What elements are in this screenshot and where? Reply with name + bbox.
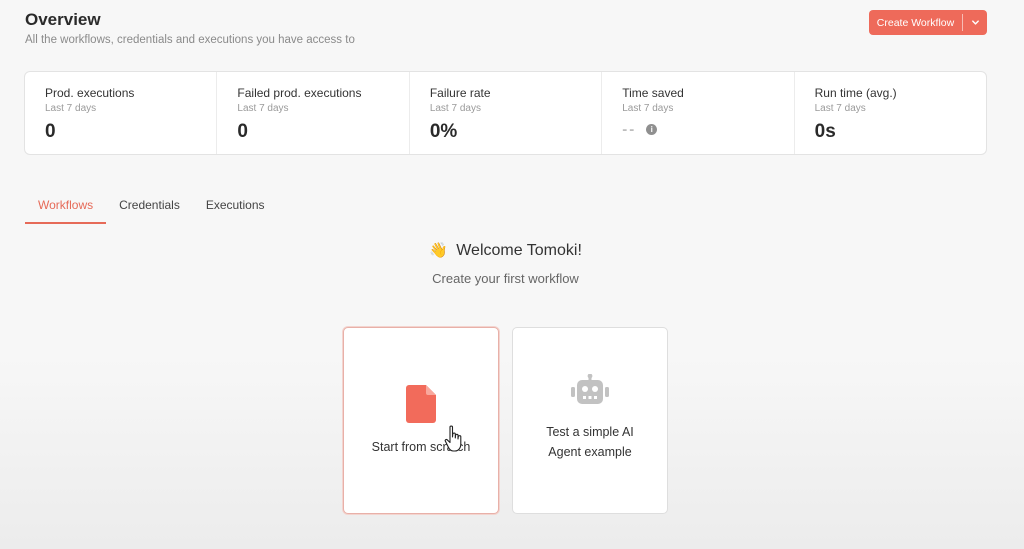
stat-period: Last 7 days <box>237 103 289 114</box>
stat-failure-rate: Failure rate Last 7 days 0% <box>410 72 603 154</box>
stat-label: Run time (avg.) <box>814 86 897 100</box>
info-icon[interactable]: i <box>646 124 658 135</box>
stat-label: Failed prod. executions <box>237 86 362 100</box>
stat-value-row: -- i <box>622 121 773 138</box>
stat-label: Time saved <box>622 86 684 100</box>
stat-label: Prod. executions <box>45 86 135 100</box>
stat-label: Failure rate <box>429 86 491 100</box>
stat-value: -- <box>622 121 637 138</box>
stat-value: 0 <box>45 121 56 142</box>
stat-failed-prod-executions: Failed prod. executions Last 7 days 0 <box>217 72 410 154</box>
tab-credentials[interactable]: Credentials <box>106 198 193 224</box>
robot-icon <box>571 373 609 404</box>
tab-workflows[interactable]: Workflows <box>25 198 107 224</box>
stat-period: Last 7 days <box>45 103 97 114</box>
stat-value: 0s <box>814 121 836 142</box>
page-title: Overview <box>25 10 101 29</box>
create-workflow-button-group: Create Workflow <box>869 10 987 35</box>
stat-period: Last 7 days <box>622 103 674 114</box>
hand-pointer-cursor-icon <box>444 425 462 452</box>
tab-executions[interactable]: Executions <box>193 198 278 224</box>
tab-bar: Workflows Credentials Executions <box>25 198 278 224</box>
welcome-title: Welcome Tomoki! <box>456 242 582 259</box>
page-header: Overview All the workflows, credentials … <box>25 10 355 46</box>
welcome-heading: 👋 Welcome Tomoki! <box>0 241 1011 260</box>
stat-run-time: Run time (avg.) Last 7 days 0s <box>795 72 986 154</box>
create-workflow-dropdown[interactable] <box>963 10 987 35</box>
waving-hand-icon: 👋 <box>429 242 448 259</box>
stat-value: 0 <box>237 121 248 142</box>
card-label: Test a simple AI Agent example <box>546 424 634 459</box>
stat-prod-executions: Prod. executions Last 7 days 0 <box>25 72 218 154</box>
welcome-subtitle: Create your first workflow <box>432 271 579 286</box>
ai-agent-example-card[interactable]: Test a simple AI Agent example <box>512 327 668 514</box>
create-workflow-button[interactable]: Create Workflow <box>869 10 962 35</box>
stat-time-saved: Time saved Last 7 days -- i <box>602 72 795 154</box>
page-subtitle: All the workflows, credentials and execu… <box>25 34 355 46</box>
stat-value: 0% <box>429 121 458 142</box>
start-from-scratch-card[interactable]: Start from scratch <box>343 327 499 514</box>
document-icon <box>406 384 436 423</box>
chevron-down-icon <box>971 20 979 25</box>
stat-period: Last 7 days <box>429 103 481 114</box>
stat-period: Last 7 days <box>814 103 866 114</box>
stats-panel: Prod. executions Last 7 days 0 Failed pr… <box>24 71 987 155</box>
